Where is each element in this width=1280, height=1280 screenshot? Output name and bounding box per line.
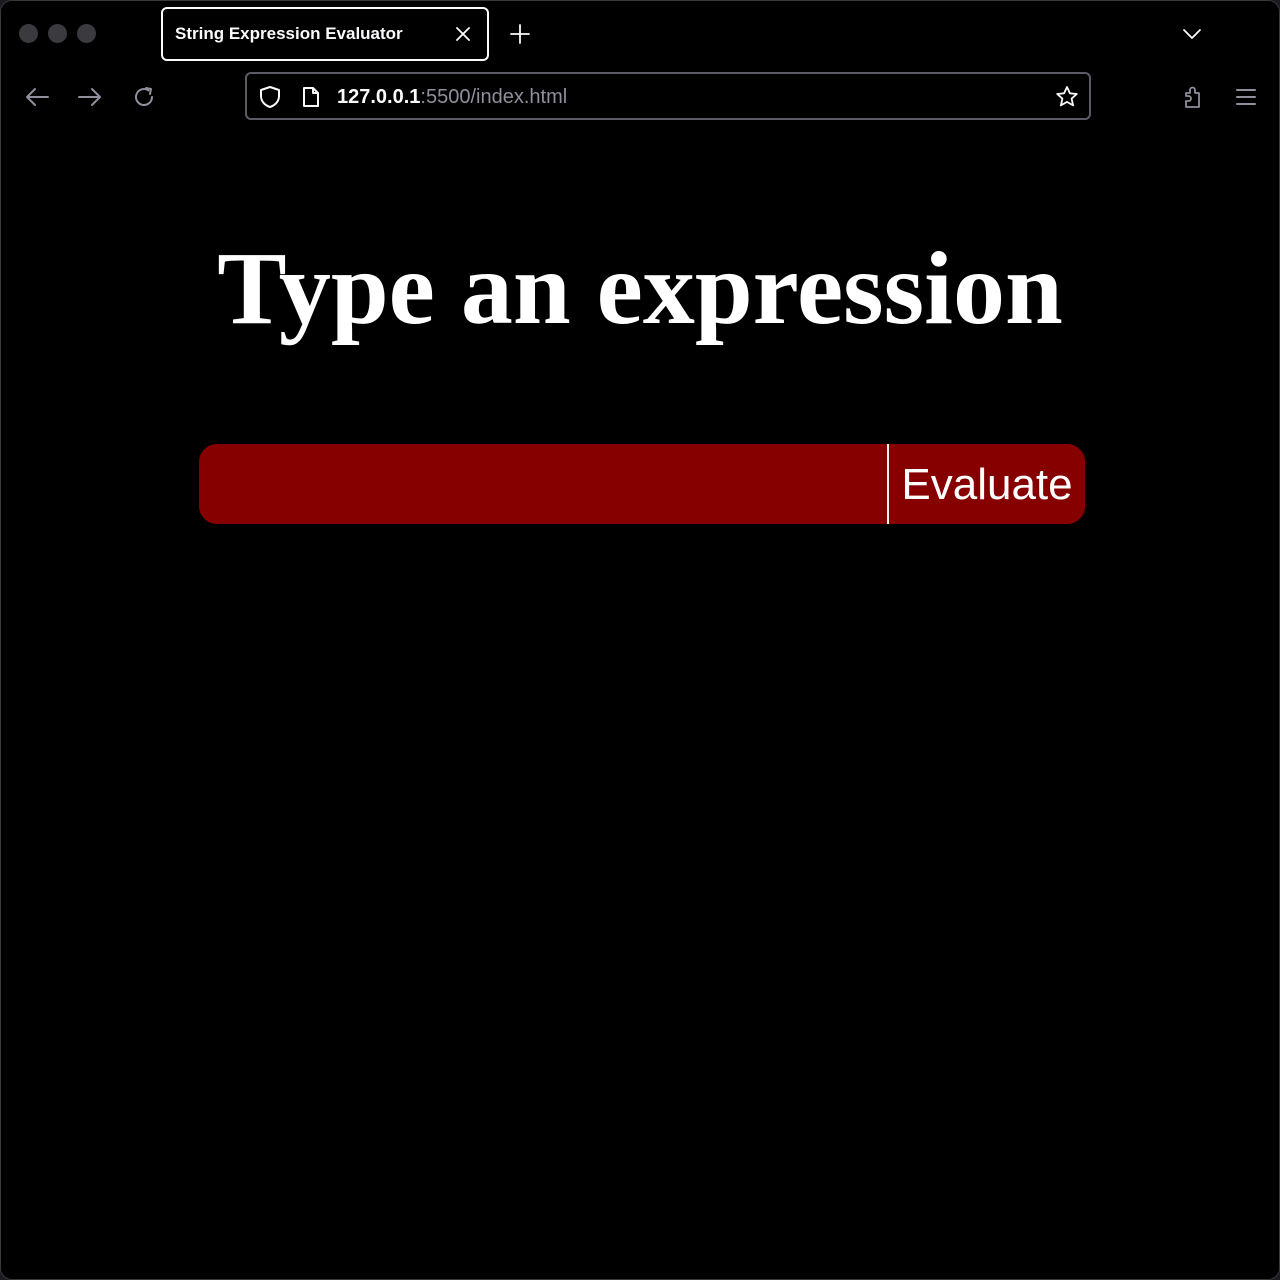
url-path: :5500/index.html bbox=[420, 86, 568, 108]
tab-strip: String Expression Evaluator bbox=[1, 1, 1279, 65]
page-icon bbox=[299, 84, 323, 110]
close-icon[interactable] bbox=[451, 22, 475, 46]
plus-icon[interactable] bbox=[507, 21, 533, 47]
reload-icon[interactable] bbox=[130, 83, 158, 111]
extensions-icon[interactable] bbox=[1179, 83, 1207, 111]
tab-active[interactable]: String Expression Evaluator bbox=[161, 7, 489, 61]
expression-input[interactable] bbox=[199, 444, 887, 524]
minimize-window-button[interactable] bbox=[48, 24, 67, 43]
browser-window: String Expression Evaluator 127.0.0.1:55… bbox=[0, 0, 1280, 1280]
page-viewport: Type an expression Evaluate bbox=[1, 129, 1279, 1279]
maximize-window-button[interactable] bbox=[77, 24, 96, 43]
url-text[interactable]: 127.0.0.1:5500/index.html bbox=[337, 86, 567, 109]
evaluate-button[interactable]: Evaluate bbox=[887, 444, 1085, 524]
arrow-right-icon[interactable] bbox=[76, 83, 104, 111]
close-window-button[interactable] bbox=[19, 24, 38, 43]
shield-icon[interactable] bbox=[257, 84, 283, 110]
chevron-down-icon[interactable] bbox=[1179, 21, 1205, 47]
arrow-left-icon[interactable] bbox=[23, 83, 51, 111]
page-heading: Type an expression bbox=[217, 231, 1063, 346]
navigation-toolbar: 127.0.0.1:5500/index.html bbox=[1, 65, 1279, 129]
url-host: 127.0.0.1 bbox=[337, 86, 421, 108]
tab-title: String Expression Evaluator bbox=[175, 24, 403, 43]
url-bar[interactable]: 127.0.0.1:5500/index.html bbox=[245, 72, 1091, 120]
expression-form: Evaluate bbox=[199, 444, 1085, 524]
star-icon[interactable] bbox=[1053, 83, 1081, 111]
window-controls bbox=[19, 24, 96, 43]
hamburger-menu-icon[interactable] bbox=[1232, 83, 1260, 111]
